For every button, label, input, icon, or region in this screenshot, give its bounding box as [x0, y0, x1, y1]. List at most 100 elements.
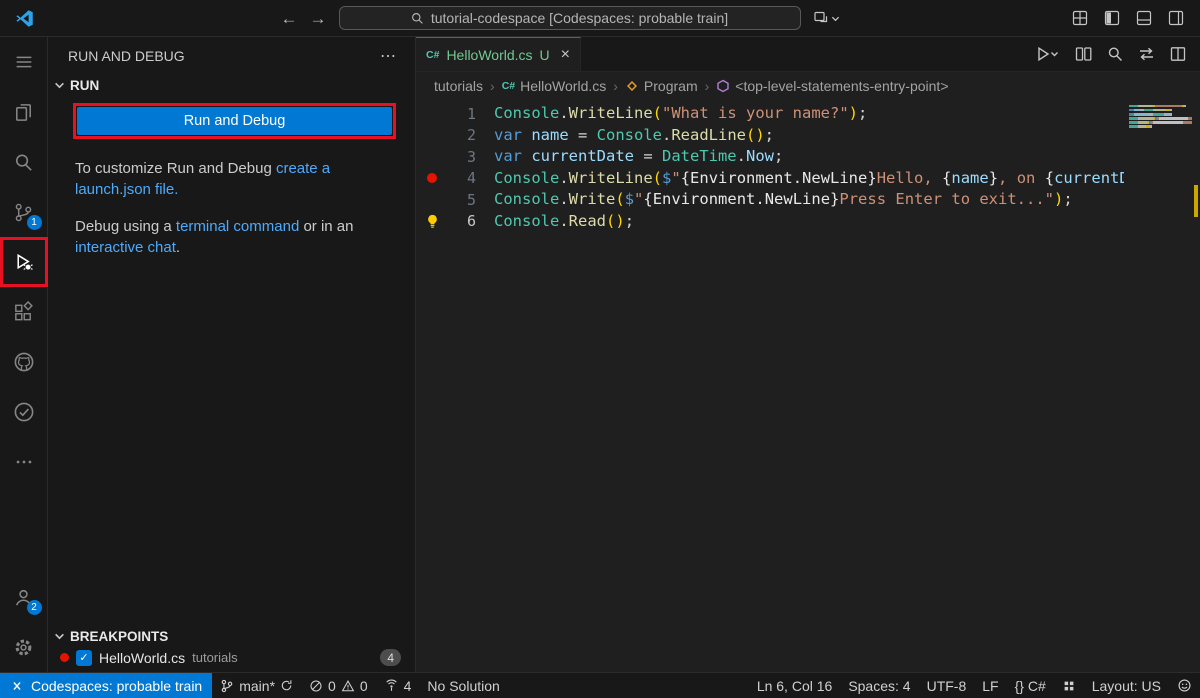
breadcrumb-item[interactable]: Program — [625, 78, 698, 94]
toggle-secondary-sidebar-icon[interactable] — [1168, 10, 1184, 26]
tab-close-icon[interactable]: × — [561, 46, 570, 64]
breakpoints-section: BREAKPOINTS ✓ HelloWorld.cs tutorials 4 — [48, 626, 415, 672]
minimap[interactable] — [1126, 99, 1192, 672]
feedback-smiley-item[interactable] — [1169, 678, 1200, 693]
source-control-icon[interactable]: 1 — [0, 187, 48, 237]
ports-status-item[interactable]: 4 — [376, 678, 420, 694]
indentation-item[interactable]: Spaces: 4 — [840, 678, 918, 694]
views-more-actions-icon[interactable]: ⋯ — [380, 46, 397, 66]
gutter-row[interactable]: 1 — [416, 103, 494, 125]
breakpoint-dot-icon — [60, 653, 69, 662]
search-icon — [411, 12, 424, 25]
open-changes-icon[interactable] — [1075, 46, 1092, 62]
breadcrumb-item[interactable]: C#HelloWorld.cs — [502, 78, 607, 94]
git-branch-icon — [220, 679, 234, 693]
breadcrumb-item[interactable]: tutorials — [434, 78, 483, 94]
run-and-debug-sidebar: RUN AND DEBUG ⋯ RUN Run and Debug To cus… — [48, 37, 416, 672]
remote-indicator[interactable]: Codespaces: probable train — [0, 673, 212, 698]
code-line[interactable]: var name = Console.ReadLine(); — [494, 125, 1124, 147]
breakpoints-header[interactable]: BREAKPOINTS — [48, 626, 415, 647]
csharp-file-icon: C# — [426, 49, 439, 61]
explorer-icon[interactable] — [0, 87, 48, 137]
code-line[interactable]: Console.Read(); — [494, 211, 1124, 233]
customize-layout-icon[interactable] — [1072, 10, 1088, 26]
vscode-logo-icon — [0, 9, 48, 28]
ports-icon — [384, 678, 399, 693]
accounts-badge: 2 — [27, 600, 42, 615]
remote-window-menu-icon[interactable] — [813, 10, 840, 26]
interactive-chat-link[interactable]: interactive chat — [75, 239, 176, 256]
breakpoint-list-item[interactable]: ✓ HelloWorld.cs tutorials 4 — [48, 647, 415, 671]
warnings-icon — [341, 679, 355, 693]
breakpoint-path: tutorials — [192, 650, 238, 665]
code-lines[interactable]: Console.WriteLine("What is your name?");… — [494, 99, 1124, 672]
editor-group: C# HelloWorld.cs U × — [416, 37, 1200, 672]
minimap-content — [1129, 105, 1192, 128]
keyboard-layout-item[interactable]: Layout: US — [1084, 678, 1169, 694]
line-number: 5 — [448, 191, 476, 209]
toggle-primary-sidebar-icon[interactable] — [1104, 10, 1120, 26]
breakpoint-checkbox[interactable]: ✓ — [76, 650, 92, 666]
language-mode-item[interactable]: {} C# — [1007, 678, 1054, 694]
code-area[interactable]: 123456 Console.WriteLine("What is your n… — [416, 99, 1200, 672]
grid-icon — [1062, 679, 1076, 693]
line-number: 6 — [448, 212, 476, 230]
search-view-icon[interactable] — [0, 137, 48, 187]
ports-grid-item[interactable] — [1054, 679, 1084, 693]
smiley-icon — [1177, 678, 1192, 693]
line-number: 2 — [448, 126, 476, 144]
more-views-icon[interactable] — [0, 437, 48, 487]
toggle-panel-icon[interactable] — [1136, 10, 1152, 26]
sidebar-title: RUN AND DEBUG — [68, 48, 185, 64]
gutter-row[interactable]: 2 — [416, 125, 494, 147]
code-line[interactable]: Console.WriteLine("What is your name?"); — [494, 103, 1124, 125]
split-editor-icon[interactable] — [1170, 46, 1186, 62]
github-icon[interactable] — [0, 337, 48, 387]
breakpoint-dot-icon[interactable] — [427, 173, 437, 183]
breadcrumb-item[interactable]: <top-level-statements-entry-point> — [716, 78, 948, 94]
cursor-position-item[interactable]: Ln 6, Col 16 — [749, 678, 841, 694]
run-or-debug-button[interactable] — [1036, 46, 1060, 62]
breadcrumbs: tutorials›C#HelloWorld.cs›Program›<top-l… — [416, 72, 1200, 99]
command-center-search[interactable]: tutorial-codespace [Codespaces: probable… — [339, 6, 801, 30]
accounts-icon[interactable]: 2 — [0, 572, 48, 622]
navigate-forward-icon[interactable]: → — [310, 10, 327, 27]
terminal-command-link[interactable]: terminal command — [176, 218, 299, 235]
breakpoint-file: HelloWorld.cs — [99, 650, 185, 666]
code-line[interactable]: var currentDate = DateTime.Now; — [494, 146, 1124, 168]
gutter[interactable]: 123456 — [416, 99, 494, 672]
navigate-back-icon[interactable]: ← — [281, 10, 298, 27]
breadcrumb-separator: › — [613, 78, 618, 94]
gutter-row[interactable]: 6 — [416, 211, 494, 233]
gutter-row[interactable]: 3 — [416, 146, 494, 168]
chevron-down-icon — [54, 631, 65, 642]
run-and-debug-icon[interactable] — [0, 237, 48, 287]
run-and-debug-button[interactable]: Run and Debug — [77, 107, 392, 135]
branch-status-item[interactable]: main* — [212, 678, 301, 694]
compare-changes-icon[interactable] — [1138, 46, 1155, 62]
testing-icon[interactable] — [0, 387, 48, 437]
tab-label: HelloWorld.cs — [446, 47, 532, 63]
gutter-row[interactable]: 4 — [416, 168, 494, 190]
activity-bar: 1 — [0, 37, 48, 672]
line-number: 4 — [448, 169, 476, 187]
search-editor-icon[interactable] — [1107, 46, 1123, 62]
solution-status-item[interactable]: No Solution — [419, 678, 507, 694]
run-section-label: RUN — [70, 78, 99, 93]
run-section-header[interactable]: RUN — [48, 75, 415, 96]
problems-status-item[interactable]: 0 0 — [301, 678, 376, 694]
lightbulb-icon[interactable] — [425, 214, 440, 229]
settings-gear-icon[interactable] — [0, 622, 48, 672]
tab-helloworld[interactable]: C# HelloWorld.cs U × — [416, 37, 581, 71]
breakpoint-line-badge: 4 — [380, 649, 401, 666]
extensions-icon[interactable] — [0, 287, 48, 337]
code-line[interactable]: Console.WriteLine($"{Environment.NewLine… — [494, 168, 1124, 190]
eol-item[interactable]: LF — [974, 678, 1006, 694]
gutter-row[interactable]: 5 — [416, 189, 494, 211]
menu-icon[interactable] — [0, 37, 48, 87]
tab-git-status: U — [540, 47, 550, 63]
code-line[interactable]: Console.Write($"{Environment.NewLine}Pre… — [494, 189, 1124, 211]
search-value: tutorial-codespace [Codespaces: probable… — [431, 10, 728, 26]
run-button-annotation: Run and Debug — [73, 103, 396, 139]
encoding-item[interactable]: UTF-8 — [919, 678, 975, 694]
